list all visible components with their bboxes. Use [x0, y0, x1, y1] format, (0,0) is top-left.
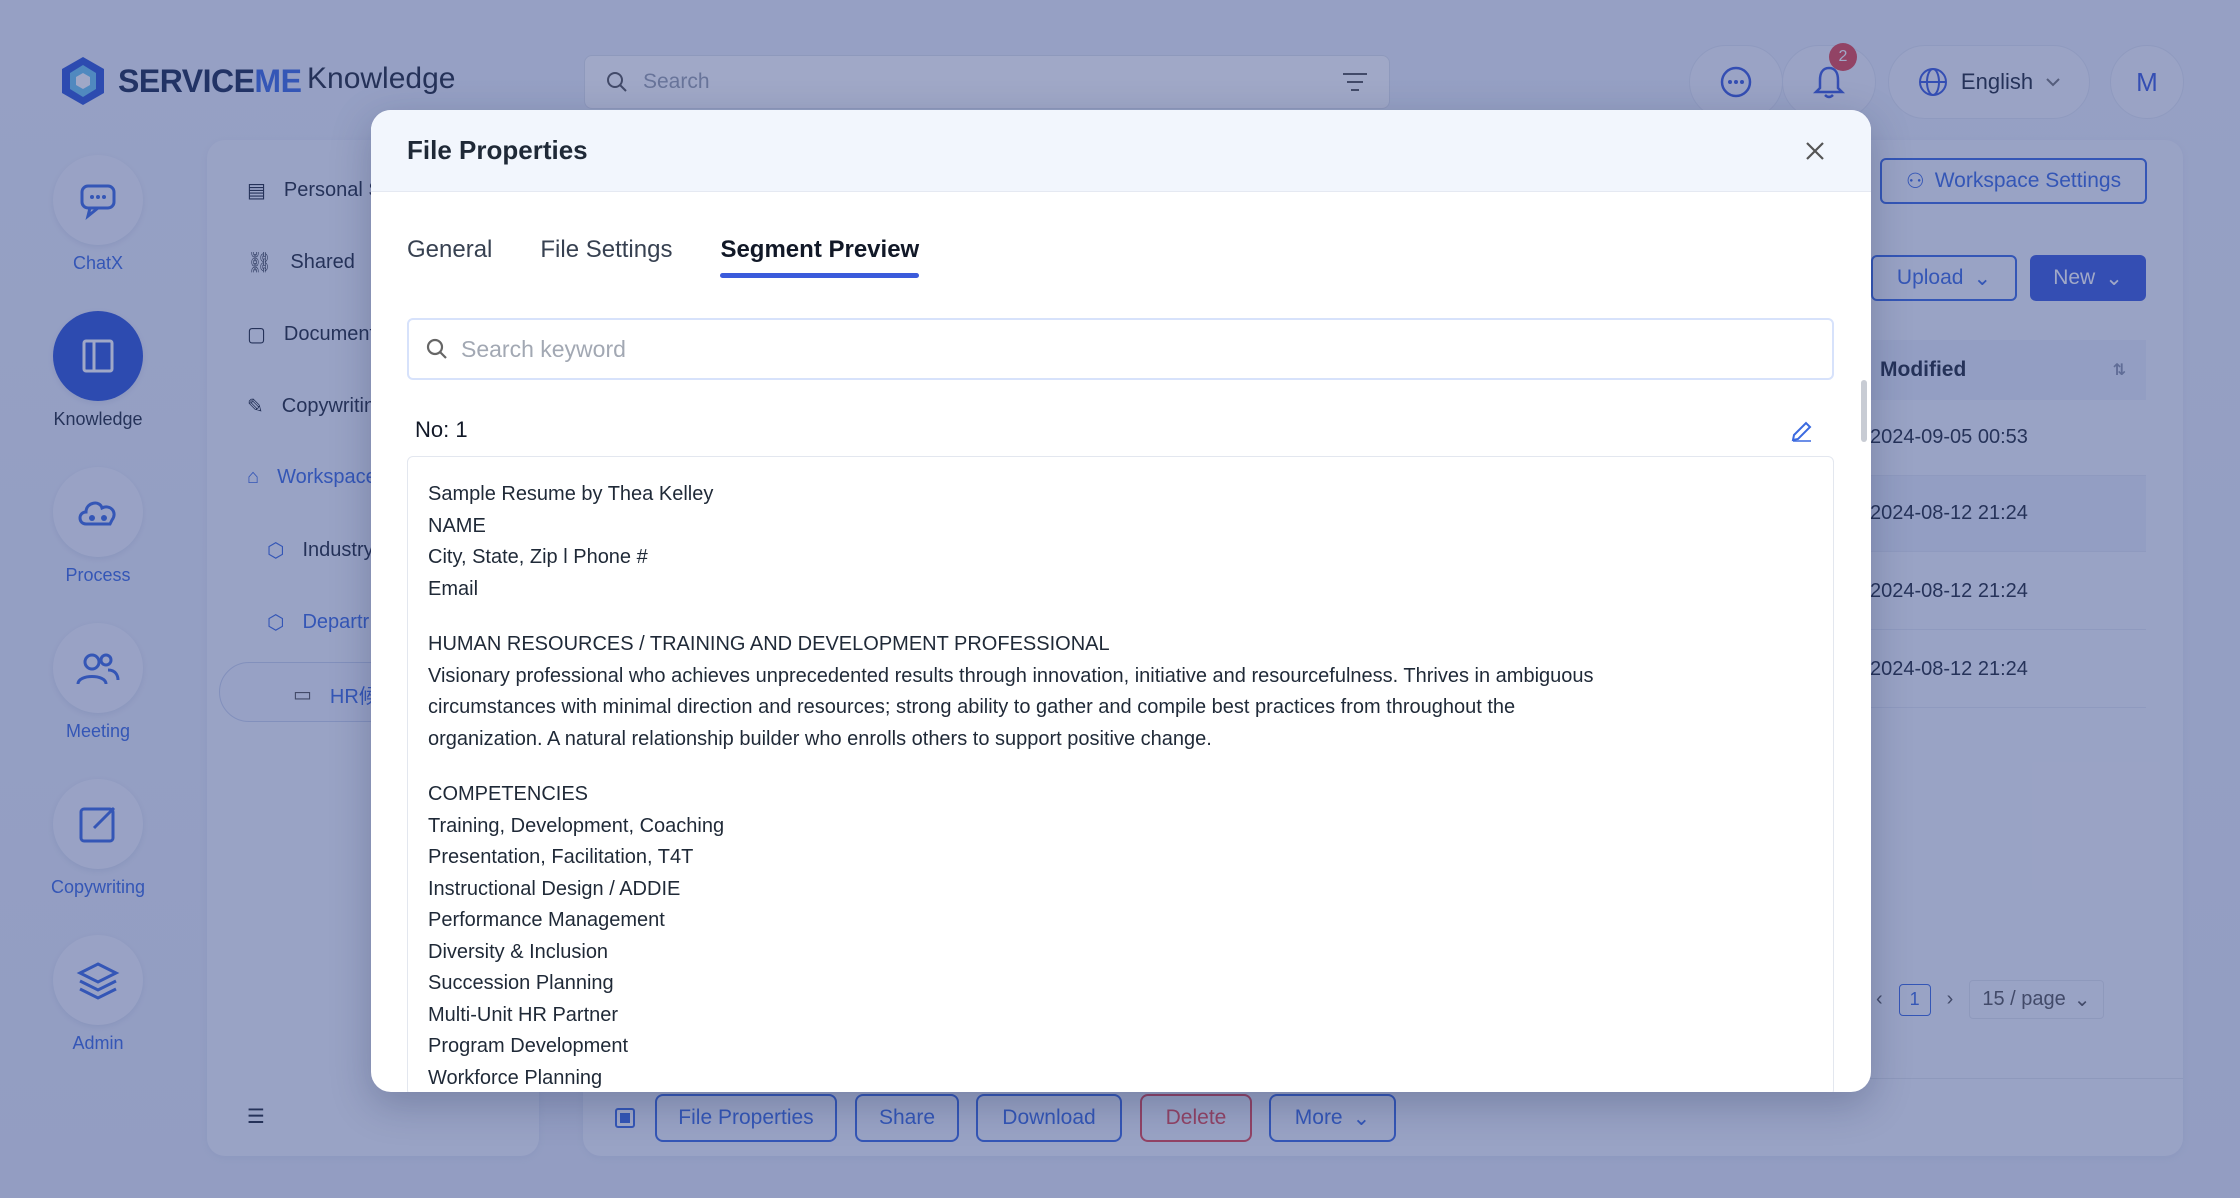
close-button[interactable]	[1795, 131, 1835, 171]
segment-line: circumstances with minimal direction and…	[428, 696, 1516, 718]
file-properties-modal: File Properties General File Settings Se…	[371, 110, 1871, 1092]
segment-line: Sample Resume by Thea Kelley	[428, 483, 714, 505]
segment-line: Succession Planning	[428, 972, 614, 994]
segment-line: Workforce Planning	[428, 1066, 603, 1089]
segment-line: COMPETENCIES	[428, 783, 589, 805]
modal-tabs: General File Settings Segment Preview	[407, 236, 919, 278]
segment-line: NAME	[428, 514, 486, 537]
segment-content: Sample Resume by Thea Kelley NAME City, …	[407, 456, 1834, 1092]
scrollbar[interactable]	[1861, 380, 1867, 442]
segment-line: organization. A natural relationship bui…	[428, 727, 1212, 750]
segment-paragraph: COMPETENCIES Training, Development, Coac…	[428, 779, 1813, 1092]
segment-number: No: 1	[415, 417, 468, 442]
keyword-search[interactable]	[407, 318, 1834, 380]
segment-line: Multi-Unit HR Partner	[428, 1003, 619, 1026]
edit-segment-icon[interactable]	[1789, 416, 1815, 442]
segment-line: HUMAN RESOURCES / TRAINING AND DEVELOPME…	[428, 633, 1110, 655]
segment-line: Instructional Design / ADDIE	[428, 877, 681, 900]
segment-line: Performance Management	[428, 909, 665, 931]
search-icon	[426, 338, 447, 359]
segment-line: Email	[428, 577, 479, 600]
close-icon	[1806, 141, 1824, 160]
segment-paragraph: HUMAN RESOURCES / TRAINING AND DEVELOPME…	[428, 629, 1813, 755]
tab-file-settings[interactable]: File Settings	[540, 236, 672, 278]
segment-line: Training, Development, Coaching	[428, 814, 725, 837]
keyword-search-input[interactable]	[461, 335, 1816, 363]
modal-title: File Properties	[407, 135, 588, 165]
tab-general[interactable]: General	[407, 236, 492, 278]
segment-paragraph: Sample Resume by Thea Kelley NAME City, …	[428, 479, 1813, 605]
segment-line: Presentation, Facilitation, T4T	[428, 846, 694, 868]
segment-line: Program Development	[428, 1035, 629, 1057]
tab-segment-preview[interactable]: Segment Preview	[720, 236, 919, 278]
segment-line: Visionary professional who achieves unpr…	[428, 664, 1594, 687]
segment-line: City, State, Zip l Phone #	[428, 546, 648, 568]
modal-header: File Properties	[371, 110, 1871, 192]
segment-line: Diversity & Inclusion	[428, 940, 609, 963]
